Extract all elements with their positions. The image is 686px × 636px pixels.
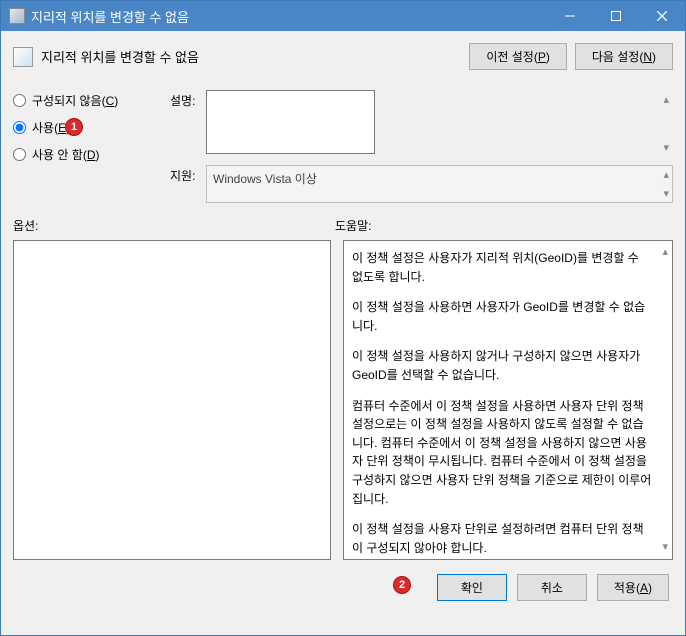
radio-group: 구성되지 않음(C) 사용(E) 1 사용 안 함(D) <box>13 90 158 203</box>
scroll-up-icon: ▴ <box>663 93 669 106</box>
help-label: 도움말: <box>335 217 371 234</box>
supported-text: Windows Vista 이상 <box>206 165 673 203</box>
policy-icon <box>13 47 33 67</box>
previous-setting-button[interactable]: 이전 설정(P) <box>469 43 567 70</box>
scroll-down-icon: ▾ <box>663 141 669 154</box>
titlebar: 지리적 위치를 변경할 수 없음 <box>1 1 685 31</box>
help-text: 이 정책 설정을 사용자 단위로 설정하려면 컴퓨터 단위 정책이 구성되지 않… <box>352 520 652 557</box>
footer-buttons: 2 확인 취소 적용(A) <box>13 570 673 605</box>
policy-title: 지리적 위치를 변경할 수 없음 <box>41 47 469 66</box>
help-text: 이 정책 설정은 사용자가 지리적 위치(GeoID)를 변경할 수 없도록 합… <box>352 249 652 286</box>
supported-row: 지원: Windows Vista 이상 ▴ ▾ <box>170 165 673 203</box>
radio-not-configured[interactable]: 구성되지 않음(C) <box>13 92 158 109</box>
minimize-button[interactable] <box>547 1 593 31</box>
top-layout: 구성되지 않음(C) 사용(E) 1 사용 안 함(D) 설명: <box>13 90 673 203</box>
help-panel: ▴ 이 정책 설정은 사용자가 지리적 위치(GeoID)를 변경할 수 없도록… <box>343 240 673 560</box>
options-label: 옵션: <box>13 217 335 234</box>
nav-buttons: 이전 설정(P) 다음 설정(N) <box>469 43 673 70</box>
cancel-button[interactable]: 취소 <box>517 574 587 601</box>
description-textarea[interactable] <box>206 90 375 154</box>
close-button[interactable] <box>639 1 685 31</box>
ok-button[interactable]: 확인 <box>437 574 507 601</box>
header-row: 지리적 위치를 변경할 수 없음 이전 설정(P) 다음 설정(N) <box>13 43 673 70</box>
maximize-button[interactable] <box>593 1 639 31</box>
content-area: 지리적 위치를 변경할 수 없음 이전 설정(P) 다음 설정(N) 구성되지 … <box>1 31 685 635</box>
fields-col: 설명: ▴ ▾ 지원: Windows Vista 이상 ▴ ▾ <box>170 90 673 203</box>
supported-label: 지원: <box>170 165 198 203</box>
radio-disabled-input[interactable] <box>13 148 26 161</box>
scroll-down-icon: ▾ <box>662 539 668 556</box>
dialog-window: 지리적 위치를 변경할 수 없음 지리적 위치를 변경할 수 없음 이전 설정(… <box>0 0 686 636</box>
window-controls <box>547 1 685 31</box>
options-panel <box>13 240 331 560</box>
annotation-1: 1 <box>65 118 83 136</box>
titlebar-title: 지리적 위치를 변경할 수 없음 <box>31 7 547 26</box>
help-text: 컴퓨터 수준에서 이 정책 설정을 사용하면 사용자 단위 정책 설정으로는 이… <box>352 397 652 509</box>
radio-enabled[interactable]: 사용(E) 1 <box>13 119 158 136</box>
radio-disabled[interactable]: 사용 안 함(D) <box>13 146 158 163</box>
next-setting-button[interactable]: 다음 설정(N) <box>575 43 673 70</box>
description-label: 설명: <box>170 90 198 157</box>
radio-not-configured-input[interactable] <box>13 94 26 107</box>
help-text: 이 정책 설정을 사용하면 사용자가 GeoID를 변경할 수 없습니다. <box>352 298 652 335</box>
middle-labels: 옵션: 도움말: <box>13 217 673 234</box>
help-text: 이 정책 설정을 사용하지 않거나 구성하지 않으면 사용자가 GeoID를 선… <box>352 347 652 384</box>
scroll-up-icon: ▴ <box>662 244 668 261</box>
app-icon <box>9 8 25 24</box>
radio-enabled-input[interactable] <box>13 121 26 134</box>
description-row: 설명: ▴ ▾ <box>170 90 673 157</box>
panels: ▴ 이 정책 설정은 사용자가 지리적 위치(GeoID)를 변경할 수 없도록… <box>13 240 673 560</box>
apply-button[interactable]: 적용(A) <box>597 574 669 601</box>
annotation-2: 2 <box>393 576 411 594</box>
